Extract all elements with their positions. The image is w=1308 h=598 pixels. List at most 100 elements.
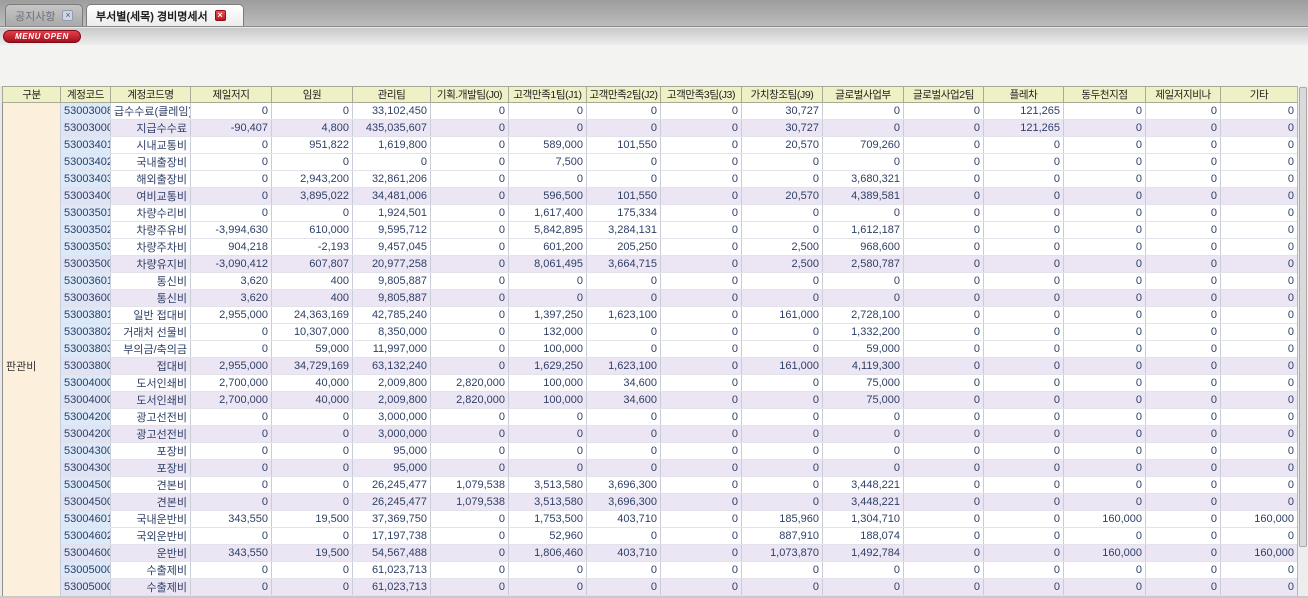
amount-cell[interactable]: 1,332,200: [822, 323, 904, 341]
amount-cell[interactable]: 0: [660, 204, 742, 222]
account-code-cell[interactable]: 53003008: [60, 102, 111, 120]
amount-cell[interactable]: 0: [660, 408, 742, 426]
amount-cell[interactable]: 435,035,607: [352, 119, 431, 137]
amount-cell[interactable]: 403,710: [586, 544, 661, 562]
amount-cell[interactable]: 8,061,495: [508, 255, 587, 273]
amount-cell[interactable]: 101,550: [586, 187, 661, 205]
amount-cell[interactable]: 0: [903, 374, 984, 392]
amount-cell[interactable]: 42,785,240: [352, 306, 431, 324]
amount-cell[interactable]: 0: [586, 425, 661, 443]
amount-cell[interactable]: 0: [903, 102, 984, 120]
account-name-cell[interactable]: 급수수료(클레임): [110, 102, 191, 120]
amount-cell[interactable]: 0: [1220, 408, 1298, 426]
amount-cell[interactable]: 3,696,300: [586, 493, 661, 511]
amount-cell[interactable]: 20,977,258: [352, 255, 431, 273]
amount-cell[interactable]: 904,218: [190, 238, 272, 256]
amount-cell[interactable]: 0: [1220, 272, 1298, 290]
amount-cell[interactable]: 9,595,712: [352, 221, 431, 239]
amount-cell[interactable]: 0: [1145, 408, 1221, 426]
amount-cell[interactable]: 0: [1145, 102, 1221, 120]
amount-cell[interactable]: 0: [508, 578, 587, 596]
amount-cell[interactable]: 95,000: [352, 442, 431, 460]
account-name-cell[interactable]: 견본비: [110, 493, 191, 511]
amount-cell[interactable]: 0: [741, 561, 823, 579]
amount-cell[interactable]: 0: [430, 459, 509, 477]
amount-cell[interactable]: 0: [741, 391, 823, 409]
amount-cell[interactable]: 11,997,000: [352, 340, 431, 358]
amount-cell[interactable]: 0: [822, 153, 904, 171]
amount-cell[interactable]: 0: [190, 527, 272, 545]
amount-cell[interactable]: 205,250: [586, 238, 661, 256]
amount-cell[interactable]: 0: [430, 102, 509, 120]
amount-cell[interactable]: 0: [822, 102, 904, 120]
amount-cell[interactable]: 0: [1220, 289, 1298, 307]
amount-cell[interactable]: 0: [430, 510, 509, 528]
account-code-cell[interactable]: 53005000: [60, 578, 111, 596]
amount-cell[interactable]: 0: [1220, 561, 1298, 579]
amount-cell[interactable]: 596,500: [508, 187, 587, 205]
amount-cell[interactable]: 0: [1220, 153, 1298, 171]
amount-cell[interactable]: 0: [1220, 306, 1298, 324]
amount-cell[interactable]: 0: [1145, 119, 1221, 137]
account-code-cell[interactable]: 53004602: [60, 527, 111, 545]
amount-cell[interactable]: 0: [660, 323, 742, 341]
account-name-cell[interactable]: 거래처 선물비: [110, 323, 191, 341]
amount-cell[interactable]: 0: [1145, 289, 1221, 307]
amount-cell[interactable]: 0: [660, 187, 742, 205]
amount-cell[interactable]: 0: [903, 204, 984, 222]
amount-cell[interactable]: 0: [1145, 442, 1221, 460]
amount-cell[interactable]: 5,842,895: [508, 221, 587, 239]
amount-cell[interactable]: 0: [1145, 544, 1221, 562]
amount-cell[interactable]: 0: [903, 425, 984, 443]
amount-cell[interactable]: 0: [983, 408, 1064, 426]
amount-cell[interactable]: 0: [430, 306, 509, 324]
amount-cell[interactable]: 0: [1145, 578, 1221, 596]
amount-cell[interactable]: 2,500: [741, 238, 823, 256]
amount-cell[interactable]: 0: [508, 289, 587, 307]
amount-cell[interactable]: 17,197,738: [352, 527, 431, 545]
amount-cell[interactable]: 0: [903, 442, 984, 460]
amount-cell[interactable]: 0: [1220, 255, 1298, 273]
account-name-cell[interactable]: 광고선전비: [110, 408, 191, 426]
amount-cell[interactable]: 0: [903, 459, 984, 477]
account-name-cell[interactable]: 해외출장비: [110, 170, 191, 188]
amount-cell[interactable]: 0: [508, 102, 587, 120]
amount-cell[interactable]: 0: [1145, 153, 1221, 171]
amount-cell[interactable]: 0: [430, 272, 509, 290]
amount-cell[interactable]: 0: [1145, 255, 1221, 273]
amount-cell[interactable]: 0: [741, 459, 823, 477]
amount-cell[interactable]: 0: [660, 442, 742, 460]
amount-cell[interactable]: 0: [1220, 391, 1298, 409]
amount-cell[interactable]: 0: [190, 459, 272, 477]
amount-cell[interactable]: 0: [190, 136, 272, 154]
account-name-cell[interactable]: 광고선전비: [110, 425, 191, 443]
amount-cell[interactable]: 0: [983, 204, 1064, 222]
amount-cell[interactable]: 0: [190, 153, 272, 171]
amount-cell[interactable]: 0: [1063, 187, 1146, 205]
amount-cell[interactable]: 0: [508, 272, 587, 290]
amount-cell[interactable]: 0: [903, 527, 984, 545]
amount-cell[interactable]: 0: [1145, 510, 1221, 528]
amount-cell[interactable]: 0: [903, 391, 984, 409]
account-code-cell[interactable]: 53004601: [60, 510, 111, 528]
amount-cell[interactable]: 34,600: [586, 391, 661, 409]
amount-cell[interactable]: 0: [1063, 357, 1146, 375]
amount-cell[interactable]: 59,000: [271, 340, 353, 358]
amount-cell[interactable]: 0: [983, 255, 1064, 273]
amount-cell[interactable]: 0: [903, 255, 984, 273]
amount-cell[interactable]: 0: [1145, 323, 1221, 341]
amount-cell[interactable]: 0: [190, 102, 272, 120]
amount-cell[interactable]: 343,550: [190, 510, 272, 528]
amount-cell[interactable]: 0: [983, 459, 1064, 477]
amount-cell[interactable]: 3,284,131: [586, 221, 661, 239]
amount-cell[interactable]: 0: [741, 476, 823, 494]
amount-cell[interactable]: 0: [1220, 238, 1298, 256]
amount-cell[interactable]: 0: [430, 255, 509, 273]
amount-cell[interactable]: 0: [1063, 289, 1146, 307]
amount-cell[interactable]: -3,090,412: [190, 255, 272, 273]
amount-cell[interactable]: 0: [983, 187, 1064, 205]
amount-cell[interactable]: 0: [903, 340, 984, 358]
amount-cell[interactable]: 0: [271, 459, 353, 477]
amount-cell[interactable]: 0: [660, 425, 742, 443]
amount-cell[interactable]: 0: [660, 170, 742, 188]
